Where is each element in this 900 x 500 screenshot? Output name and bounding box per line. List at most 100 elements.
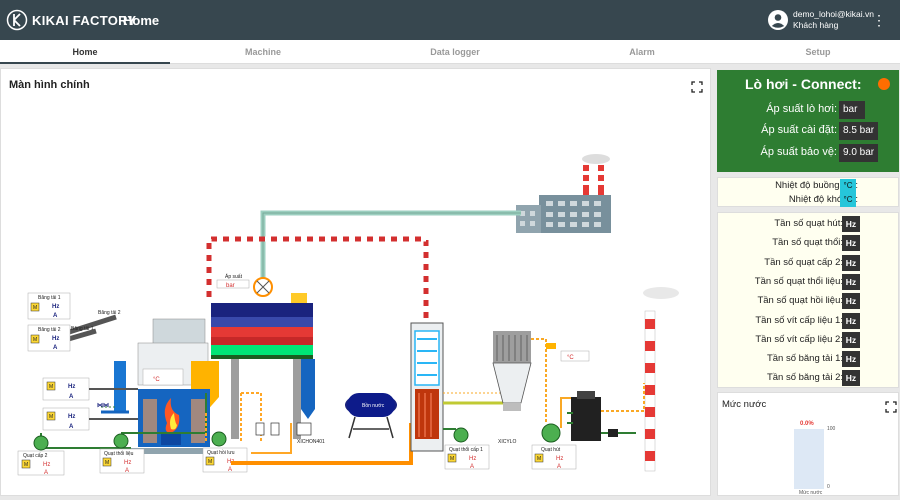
chamber-temp-row: Nhiệt độ buồng đốt: °C xyxy=(718,179,900,193)
fullscreen-icon[interactable] xyxy=(691,81,703,93)
svg-text:A: A xyxy=(470,464,474,470)
freq-label: Tần số băng tải 1: xyxy=(766,353,843,364)
page-title: Home xyxy=(123,13,160,28)
main-panel: Màn hình chính Áp suất bar °C Băng tải 2… xyxy=(0,68,711,496)
freq-row: Tần số quạt thổi: Hz xyxy=(718,235,900,251)
water-level-gauge xyxy=(794,429,824,489)
svg-text:Quạt hút: Quạt hút xyxy=(541,447,561,453)
tab-setup[interactable]: Setup xyxy=(733,40,900,64)
svg-text:Hz: Hz xyxy=(52,336,59,342)
svg-text:Bồn nước: Bồn nước xyxy=(362,403,385,409)
freq-label: Tần số quạt cấp 2: xyxy=(764,257,843,268)
freq-label: Tần số vít cấp liệu 2: xyxy=(755,334,843,345)
freq-row: Tần số băng tải 1: Hz xyxy=(718,351,900,367)
main-panel-title: Màn hình chính xyxy=(9,79,90,91)
setpoint-pressure-row: Áp suất cài đặt: 8.5 bar xyxy=(717,122,899,140)
protection-pressure-value: 9.0 bar xyxy=(839,144,879,162)
svg-text:Hz: Hz xyxy=(469,456,476,462)
freq-label: Tần số quạt hồi liệu: xyxy=(757,295,843,306)
svg-text:M: M xyxy=(537,456,541,462)
svg-text:A: A xyxy=(228,467,232,473)
freq-value: Hz xyxy=(842,274,860,290)
svg-text:A: A xyxy=(557,464,561,470)
water-level-percent: 0.0% xyxy=(800,421,814,427)
svg-text:Băng tải 1: Băng tải 1 xyxy=(38,295,61,301)
freq-value: Hz xyxy=(842,351,860,367)
conveyor1-label: Băng tải 1 xyxy=(71,326,94,332)
top-bar: KIKAI FACTORY Home demo_lohoi@kikai.vn K… xyxy=(0,0,900,40)
svg-text:M: M xyxy=(208,459,212,465)
nav-tabs: Home Machine Data logger Alarm Setup xyxy=(0,40,900,64)
feeder2-box: M Hz A xyxy=(42,407,90,431)
tab-alarm[interactable]: Alarm xyxy=(557,40,727,64)
freq-row: Tần số vít cấp liệu 1: Hz xyxy=(718,313,900,329)
flue-temp-value: °C xyxy=(840,193,856,207)
setpoint-pressure-value: 8.5 bar xyxy=(839,122,879,140)
user-menu[interactable]: demo_lohoi@kikai.vn Khách hàng xyxy=(768,9,874,31)
water-level-card: Mức nước 0.0% 100 0 Mức nước xyxy=(717,392,899,496)
tab-data-logger[interactable]: Data logger xyxy=(370,40,540,64)
svg-text:A: A xyxy=(125,468,129,474)
svg-text:M: M xyxy=(33,337,37,343)
svg-text:M: M xyxy=(450,456,454,462)
gauge-scale-min: 0 xyxy=(827,484,830,490)
freq-row: Tần số quạt hồi liệu: Hz xyxy=(718,293,900,309)
freq-row: Tần số quạt hút: Hz xyxy=(718,216,900,232)
kikai-logo-icon xyxy=(6,9,28,31)
protection-pressure-label: Áp suất bảo vệ: xyxy=(760,146,837,158)
svg-text:Hz: Hz xyxy=(124,460,131,466)
conveyor1-box: Băng tải 1 M Hz A xyxy=(27,292,71,320)
tab-machine[interactable]: Machine xyxy=(178,40,348,64)
freq-row: Tần số băng tải 2: Hz xyxy=(718,370,900,386)
factory-building xyxy=(516,154,611,233)
brand-name: KIKAI FACTORY xyxy=(32,12,137,28)
connection-status-indicator xyxy=(878,78,890,90)
fan-blow1-box: Quạt thổi cấp 1 M Hz A xyxy=(444,444,490,470)
svg-text:Hz: Hz xyxy=(52,304,59,310)
gauge-scale-max: 100 xyxy=(827,426,836,432)
svg-text:M: M xyxy=(49,414,53,420)
conveyor2-box: Băng tải 2 M Hz A xyxy=(27,324,71,352)
boiler-pressure-row: Áp suất lò hơi: bar xyxy=(717,101,899,119)
boiler-tubes xyxy=(211,303,315,439)
boiler-process-diagram: Áp suất bar °C Băng tải 2 Băng tải 1 Băn… xyxy=(17,154,679,476)
fan-blow-fuel-box: Quạt thổi liệu M Hz A xyxy=(99,433,145,474)
more-vert-icon[interactable]: ⋮ xyxy=(872,12,886,28)
svg-text:XICYLO: XICYLO xyxy=(498,439,516,445)
conveyor2-label: Băng tải 2 xyxy=(98,310,121,316)
svg-text:A: A xyxy=(53,345,58,351)
boiler-pressure-label: Áp suất lò hơi: xyxy=(766,103,837,115)
user-email: demo_lohoi@kikai.vn xyxy=(793,9,874,19)
svg-text:M: M xyxy=(105,460,109,466)
fan-exhaust-box: Quạt hút M Hz A xyxy=(531,444,577,470)
freq-value: Hz xyxy=(842,332,860,348)
water-level-label: Mức nước xyxy=(799,490,823,496)
fullscreen-icon[interactable] xyxy=(885,401,897,413)
freq-value: Hz xyxy=(842,255,860,271)
svg-text:A: A xyxy=(53,313,58,319)
freq-row: Tần số quạt cấp 2: Hz xyxy=(718,255,900,271)
boiler-status-card: Lò hơi - Connect: Áp suất lò hơi: bar Áp… xyxy=(717,70,899,172)
freq-value: Hz xyxy=(842,293,860,309)
brand-logo[interactable]: KIKAI FACTORY xyxy=(6,9,136,31)
svg-text:XICHON401: XICHON401 xyxy=(297,439,325,445)
frequency-card: Tần số quạt hút: Hz Tần số quạt thổi: Hz T… xyxy=(717,212,899,388)
freq-label: Tần số quạt thổi liệu: xyxy=(754,276,843,287)
account-icon xyxy=(768,10,788,30)
cyclone: XICYLO xyxy=(492,331,532,445)
svg-text:⋈⋈: ⋈⋈ xyxy=(97,402,109,409)
svg-text:Quạt thổi cấp 1: Quạt thổi cấp 1 xyxy=(449,446,483,453)
freq-row: Tần số vít cấp liệu 2: Hz xyxy=(718,332,900,348)
user-role: Khách hàng xyxy=(793,20,839,30)
flue-temp-row: Nhiệt độ khói ra: °C xyxy=(718,193,900,207)
freq-label: Tần số vít cấp liệu 1: xyxy=(755,315,843,326)
boiler-title: Lò hơi - Connect: xyxy=(745,76,862,92)
flue-temp-unit: °C xyxy=(567,355,574,361)
furnace-temp-unit: °C xyxy=(153,377,160,383)
tab-home[interactable]: Home xyxy=(0,40,170,64)
svg-text:Hz: Hz xyxy=(68,384,75,390)
svg-text:Băng tải 2: Băng tải 2 xyxy=(38,327,61,333)
freq-row: Tần số quạt thổi liệu: Hz xyxy=(718,274,900,290)
svg-text:Quạt hồi lưu: Quạt hồi lưu xyxy=(207,450,235,456)
feeder1-box: M Hz A xyxy=(42,377,90,401)
